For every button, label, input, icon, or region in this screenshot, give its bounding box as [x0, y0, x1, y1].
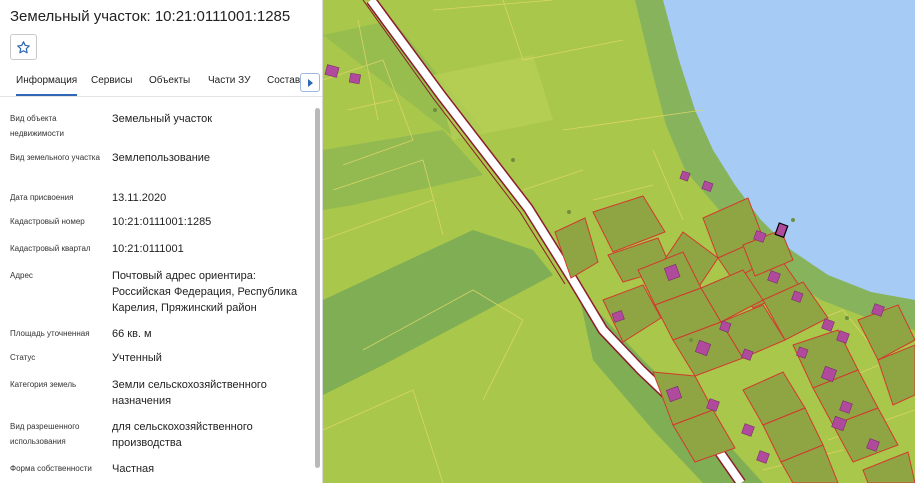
panel-scrollbar[interactable] [315, 108, 320, 468]
map-building [348, 72, 361, 85]
cadastral-map[interactable] [323, 0, 915, 483]
prop-value: Учтенный [112, 352, 162, 364]
favorite-button[interactable] [10, 34, 37, 60]
prop-label: Дата присвоения [10, 193, 74, 202]
map-canvas[interactable] [323, 0, 915, 483]
tab-composition[interactable]: Состав [267, 75, 300, 86]
prop-value: Земельный участок [112, 113, 213, 125]
tab-objects[interactable]: Объекты [149, 75, 190, 86]
property-list: Вид объекта недвижимости Земельный участ… [0, 97, 322, 483]
prop-label: Форма собственности [10, 464, 92, 473]
prop-label: Категория земель [10, 380, 77, 389]
tab-services[interactable]: Сервисы [91, 75, 132, 86]
prop-label: Вид объекта недвижимости [10, 114, 64, 138]
prop-value: Частная [112, 463, 155, 475]
tab-parcel-parts[interactable]: Части ЗУ [208, 75, 250, 86]
page-title: Земельный участок: 10:21:0111001:1285 [10, 8, 291, 25]
info-panel: Земельный участок: 10:21:0111001:1285 Ин… [0, 0, 323, 483]
prop-value: 13.11.2020 [112, 192, 167, 204]
prop-label: Вид земельного участка [10, 153, 100, 162]
star-icon [17, 40, 30, 53]
prop-value: 10:21:0111001 [112, 243, 184, 255]
prop-value: 66 кв. м [112, 328, 152, 340]
prop-value: для сельскохозяйственного производства [112, 421, 253, 449]
prop-label: Кадастровый квартал [10, 244, 91, 253]
prop-label: Адрес [10, 271, 33, 280]
tab-info[interactable]: Информация [16, 75, 78, 96]
tabs-next-button[interactable] [300, 73, 320, 92]
prop-label: Площадь уточненная [10, 329, 90, 338]
prop-value: Землепользование [112, 152, 211, 164]
prop-label: Вид разрешенного использования [10, 422, 80, 446]
tab-bar: Информация Сервисы Объекты Части ЗУ Сост… [0, 70, 322, 96]
prop-value: Земли сельскохозяйственного назначения [112, 379, 267, 407]
chevron-right-icon [307, 78, 313, 87]
prop-value: Почтовый адрес ориентира: Российская Фед… [112, 270, 298, 314]
prop-value: 10:21:0111001:1285 [112, 216, 212, 228]
prop-label: Статус [10, 353, 36, 362]
prop-label: Кадастровый номер [10, 217, 85, 226]
